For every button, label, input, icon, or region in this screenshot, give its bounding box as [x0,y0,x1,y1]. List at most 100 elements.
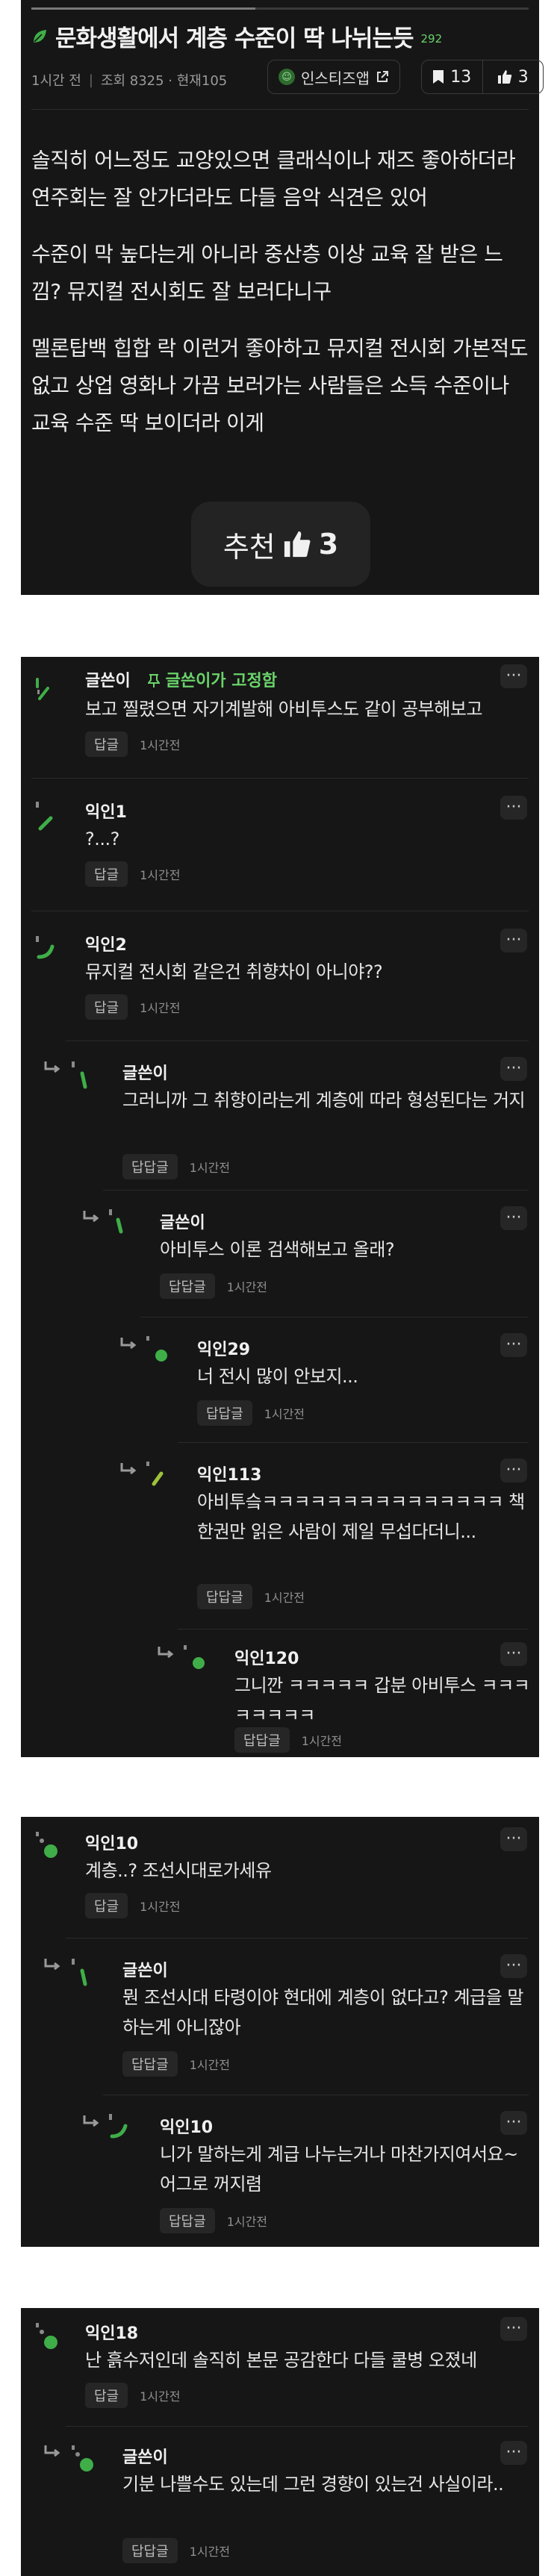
comment-footer: 답답글 1시간전 [197,1584,305,1609]
recommend-count: 3 [318,528,339,561]
bookmark-count: 13 [450,67,472,87]
comment-avatar-icon [72,1061,87,1089]
comment-more-button[interactable]: ··· [500,1642,527,1666]
comment-text: 뭔 조선시대 타령이야 현대에 계층이 없다고? 계급을 말하는게 아니잖아 [122,1987,523,2038]
comment-avatar-icon [146,1462,164,1486]
app-source-button[interactable]: ☺ 인스티즈앱 [267,60,400,94]
reply-arrow-icon [44,1959,60,1971]
reply-reply-button[interactable]: 답답글 [234,1727,290,1753]
comment-text: 아비투스 이론 검색해보고 올래? [160,1239,395,1260]
comment-avatar-icon [72,2445,93,2471]
reply-arrow-icon [120,1338,137,1350]
comment-author: 익인10 [85,1835,139,1853]
reply-reply-button[interactable]: 답답글 [122,1154,178,1179]
comment-avatar-icon [36,936,55,959]
reply-arrow-icon [83,2115,99,2127]
comment-more-button[interactable]: ··· [500,796,527,820]
comment-item: 익인10 계층..? 조선시대로가세유 답글 1시간전 ··· [21,1817,539,1936]
reply-button[interactable]: 답글 [85,994,128,1020]
comment-author: 글쓴이 [85,672,131,690]
comment-avatar-icon [109,2114,128,2139]
comment-item: 글쓴이 글쓴이가 고정함 보고 찔렸으면 자기계발해 아비투스도 같이 공부해보… [21,657,539,769]
comment-more-button[interactable]: ··· [500,1827,527,1851]
bookmark-button[interactable]: 13 [422,60,482,93]
reply-reply-button[interactable]: 답답글 [197,1400,252,1426]
post-views: 조회 8325 · 현재105 [100,73,228,89]
reply-arrow-icon [83,1211,99,1223]
comment-footer: 답답글 1시간전 [122,1154,230,1179]
header-divider [31,109,529,110]
reply-reply-button[interactable]: 답답글 [160,1273,215,1299]
comment-time: 1시간전 [189,2058,231,2072]
comment-avatar-icon [36,1832,57,1858]
comment-text: 그니깐 ㅋㅋㅋㅋㅋ 갑분 아비투스 ㅋㅋㅋㅋㅋㅋㅋㅋ [234,1675,530,1726]
post-paragraph: 수준이 막 높다는게 아니라 중산층 이상 교육 잘 받은 느낌? 뮤지컬 전시… [31,242,503,304]
comment-divider [66,2426,529,2427]
reply-reply-button[interactable]: 답답글 [122,2051,178,2077]
recommend-label: 추천 [223,530,276,564]
comment-time: 1시간전 [226,2215,268,2229]
comment-author: 익인2 [85,936,127,955]
comment-item: 글쓴이 그러니까 그 취향이라는게 계층에 따라 형성된다는 거지 답답글 1시… [21,1048,539,1182]
comment-item: 익인1 ?...? 답글 1시간전 ··· [21,785,539,897]
comment-text: 뮤지컬 전시회 같은건 취향차이 아니야?? [85,961,383,982]
pinned-label: 글쓴이가 고정함 [147,667,277,691]
reply-button[interactable]: 답글 [85,861,128,887]
comment-footer: 답답글 1시간전 [234,1727,342,1753]
read-progress-bar [31,7,529,10]
reply-button[interactable]: 답글 [85,1893,128,1918]
comment-item: 익인113 아비투슼ㅋㅋㅋㅋㅋㅋㅋㅋㅋㅋㅋㅋㅋㅋㅋ 책 한권만 읽은 사람이 제… [21,1450,539,1621]
comment-more-button[interactable]: ··· [500,1459,527,1482]
comment-more-button[interactable]: ··· [500,929,527,952]
comment-footer: 답글 1시간전 [85,732,180,757]
like-button[interactable]: 3 [482,60,544,93]
post-meta: 1시간 전 | 조회 8325 · 현재105 [31,70,227,90]
comment-item: 글쓴이 뭔 조선시대 타령이야 현대에 계층이 없다고? 계급을 말하는게 아니… [21,1945,539,2087]
meta-separator: | [88,72,93,88]
comment-text: ?...? [85,829,119,849]
comment-text: 계층..? 조선시대로가세유 [85,1860,272,1881]
reply-arrow-icon [120,1463,137,1475]
post-stats: 13 3 [421,60,544,94]
recommend-button[interactable]: 추천 3 [191,502,370,587]
comment-avatar-icon [109,1209,123,1234]
comment-author: 글쓴이 [160,1214,205,1232]
comment-footer: 답답글 1시간전 [122,2051,230,2077]
reply-reply-button[interactable]: 답답글 [160,2208,215,2233]
comment-more-button[interactable]: ··· [500,664,527,688]
comment-more-button[interactable]: ··· [500,2441,527,2465]
comment-author: 익인29 [197,1341,251,1359]
comment-divider [178,1629,529,1630]
reply-button[interactable]: 답글 [85,2383,128,2408]
reply-arrow-icon [44,1061,60,1073]
reply-arrow-icon [44,2445,60,2457]
comment-text: 그러니까 그 취향이라는게 계층에 따라 형성된다는 거지 [122,1090,526,1111]
comment-item: 익인120 그니깐 ㅋㅋㅋㅋㅋ 갑분 아비투스 ㅋㅋㅋㅋㅋㅋㅋㅋ 답답글 1시간… [21,1635,539,1757]
comment-more-button[interactable]: ··· [500,2317,527,2341]
comment-divider [103,1190,529,1191]
comment-count-badge[interactable]: 292 [421,32,443,46]
comment-time: 1시간전 [189,2545,231,2559]
comment-text: 보고 찔렸으면 자기계발해 아비투스도 같이 공부해보고 [85,699,482,720]
comment-footer: 답답글 1시간전 [122,2538,230,2563]
comment-avatar-icon [72,1959,87,1986]
comment-item: 글쓴이 아비투스 이론 검색해보고 올래? 답답글 1시간전 ··· [21,1197,539,1309]
reply-reply-button[interactable]: 답답글 [122,2538,178,2563]
comment-text: 난 흙수저인데 솔직히 본문 공감한다 다들 쿨병 오졌네 [85,2350,477,2371]
comment-more-button[interactable]: ··· [500,1333,527,1357]
comment-divider [31,778,529,779]
comment-author: 익인18 [85,2324,139,2343]
comment-more-button[interactable]: ··· [500,1206,527,1230]
comment-more-button[interactable]: ··· [500,1954,527,1978]
pin-icon [147,674,161,687]
read-progress-fill [31,7,255,10]
bookmark-icon [433,70,444,84]
reply-button[interactable]: 답글 [85,732,128,757]
comment-text: 니가 말하는게 계급 나누는거나 마찬가지여서요~ 어그로 꺼지렴 [160,2144,518,2195]
thumbs-up-icon [284,531,311,558]
comment-more-button[interactable]: ··· [500,1057,527,1081]
comment-more-button[interactable]: ··· [500,2111,527,2135]
reply-reply-button[interactable]: 답답글 [197,1584,252,1609]
comment-time: 1시간전 [140,1001,181,1015]
comment-author: 글쓴이 [122,1962,168,1980]
